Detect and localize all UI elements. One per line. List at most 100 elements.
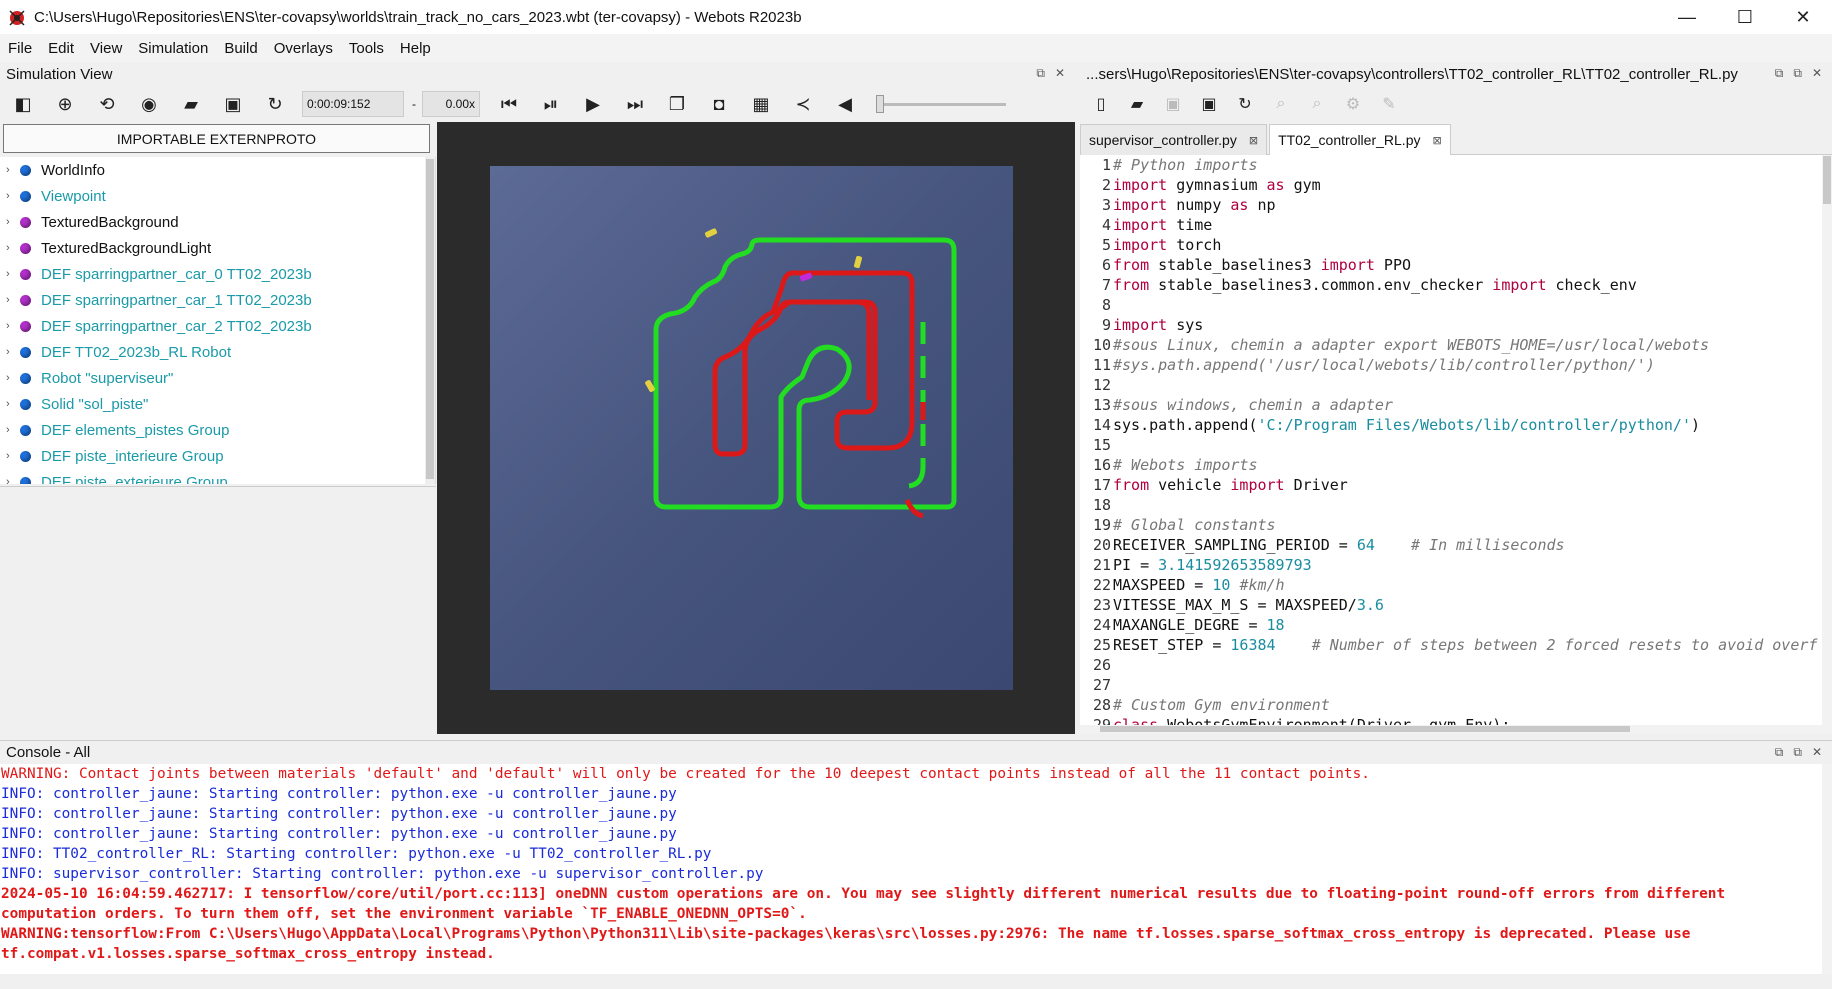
scene-tree-item[interactable]: › DEF piste_interieure Group: [0, 443, 435, 469]
build-settings-icon[interactable]: ⚙: [1338, 90, 1368, 118]
scene-tree-item[interactable]: › Viewpoint: [0, 183, 435, 209]
new-file-icon[interactable]: ▯: [1086, 90, 1116, 118]
menu-build[interactable]: Build: [216, 40, 265, 57]
expand-arrow-icon[interactable]: ›: [6, 294, 20, 306]
clean-icon[interactable]: ✎: [1374, 90, 1404, 118]
webots-logo-icon: [9, 10, 25, 26]
code-token: # Global constants: [1113, 516, 1276, 534]
close-tab-icon[interactable]: ⊠: [1249, 134, 1258, 147]
save-file-icon[interactable]: ▣: [1158, 90, 1188, 118]
save-world-icon[interactable]: ▣: [218, 90, 248, 118]
scene-tree-scrollbar[interactable]: [425, 157, 435, 484]
console-output[interactable]: WARNING: Contact joints between material…: [0, 764, 1832, 974]
expand-arrow-icon[interactable]: ›: [6, 372, 20, 384]
editor-close-icon[interactable]: ✕: [1812, 66, 1822, 81]
expand-arrow-icon[interactable]: ›: [6, 320, 20, 332]
share-icon[interactable]: ≺: [788, 90, 818, 118]
line-number: 13: [1092, 396, 1111, 414]
code-editor[interactable]: 1 # Python imports 2 import gymnasium as gy…: [1080, 155, 1832, 733]
menu-simulation[interactable]: Simulation: [130, 40, 216, 57]
close-tab-icon[interactable]: ⊠: [1432, 134, 1441, 147]
expand-arrow-icon[interactable]: ›: [6, 346, 20, 358]
code-token: VITESSE_MAX_M_S = MAXSPEED/: [1113, 596, 1357, 614]
tab-tt02-controller-rl[interactable]: TT02_controller_RL.py ⊠: [1269, 124, 1451, 155]
code-line: 20 RECEIVER_SAMPLING_PERIOD = 64 # In mil…: [1080, 535, 1832, 555]
console-maximize-icon[interactable]: ⧉: [1793, 745, 1802, 760]
console-close-icon[interactable]: ✕: [1812, 745, 1822, 760]
menu-edit[interactable]: Edit: [40, 40, 82, 57]
menu-file[interactable]: File: [0, 40, 40, 57]
reset-view-icon[interactable]: ⟲: [92, 90, 122, 118]
play-icon[interactable]: ▶: [578, 90, 608, 118]
mute-icon[interactable]: ◀: [830, 90, 860, 118]
expand-arrow-icon[interactable]: ›: [6, 216, 20, 228]
node-type-icon: [20, 164, 31, 176]
menu-view[interactable]: View: [82, 40, 130, 57]
scene-tree-item[interactable]: › DEF piste_exterieure Group: [0, 469, 435, 484]
expand-arrow-icon[interactable]: ›: [6, 190, 20, 202]
close-button[interactable]: ✕: [1774, 0, 1832, 34]
code-line: 27: [1080, 675, 1832, 695]
importable-externproto-button[interactable]: IMPORTABLE EXTERNPROTO: [3, 124, 430, 153]
scene-tree-item[interactable]: › Robot "superviseur": [0, 365, 435, 391]
menu-help[interactable]: Help: [392, 40, 439, 57]
open-world-icon[interactable]: ▰: [176, 90, 206, 118]
expand-arrow-icon[interactable]: ›: [6, 476, 20, 484]
reload-world-icon[interactable]: ↻: [260, 90, 290, 118]
menu-overlays[interactable]: Overlays: [266, 40, 341, 57]
tab-supervisor-controller[interactable]: supervisor_controller.py ⊠: [1080, 124, 1268, 155]
revert-file-icon[interactable]: ↻: [1230, 90, 1260, 118]
view-eye-icon[interactable]: ◉: [134, 90, 164, 118]
scene-tree-item[interactable]: › DEF sparringpartner_car_0 TT02_2023b: [0, 261, 435, 287]
scene-tree-item-label: WorldInfo: [41, 161, 105, 179]
replace-icon[interactable]: ⌕: [1302, 90, 1332, 118]
maximize-button[interactable]: ☐: [1716, 0, 1774, 34]
toggle-scene-tree-icon[interactable]: ◧: [8, 90, 38, 118]
open-file-icon[interactable]: ▰: [1122, 90, 1152, 118]
code-vertical-scrollbar[interactable]: [1822, 155, 1832, 733]
code-line: 6 from stable_baselines3 import PPO: [1080, 255, 1832, 275]
float-panel-icon[interactable]: ⧉: [1036, 66, 1045, 81]
find-icon[interactable]: ⌕: [1266, 90, 1296, 118]
code-token: 16384: [1230, 636, 1276, 654]
screenshot-icon[interactable]: ◘: [704, 90, 734, 118]
fast-forward-icon[interactable]: ⏭: [620, 90, 650, 118]
scene-tree-item[interactable]: › DEF sparringpartner_car_2 TT02_2023b: [0, 313, 435, 339]
scene-tree-item[interactable]: › DEF elements_pistes Group: [0, 417, 435, 443]
step-icon[interactable]: ⏯: [536, 90, 566, 118]
expand-arrow-icon[interactable]: ›: [6, 242, 20, 254]
scene-tree-item[interactable]: › DEF TT02_2023b_RL Robot: [0, 339, 435, 365]
editor-float-icon[interactable]: ⧉: [1775, 66, 1784, 81]
record-movie-icon[interactable]: ▦: [746, 90, 776, 118]
scene-tree-item[interactable]: › TexturedBackgroundLight: [0, 235, 435, 261]
code-line: 7 from stable_baselines3.common.env_check…: [1080, 275, 1832, 295]
add-node-icon[interactable]: ⊕: [50, 90, 80, 118]
minimize-button[interactable]: —: [1658, 0, 1716, 34]
rendering-icon[interactable]: ❐: [662, 90, 692, 118]
console-float-icon[interactable]: ⧉: [1775, 745, 1784, 760]
close-panel-icon[interactable]: ✕: [1055, 66, 1065, 81]
code-token: numpy: [1167, 196, 1231, 214]
expand-arrow-icon[interactable]: ›: [6, 398, 20, 410]
scene-tree-item[interactable]: › DEF sparringpartner_car_1 TT02_2023b: [0, 287, 435, 313]
code-line: 21 PI = 3.141592653589793: [1080, 555, 1832, 575]
code-token: 'C:/Program Files/Webots/lib/controller/…: [1257, 416, 1691, 434]
expand-arrow-icon[interactable]: ›: [6, 450, 20, 462]
save-all-icon[interactable]: ▣: [1194, 90, 1224, 118]
code-line: 26: [1080, 655, 1832, 675]
scene-tree-item[interactable]: › WorldInfo: [0, 157, 435, 183]
expand-arrow-icon[interactable]: ›: [6, 424, 20, 436]
console-line: WARNING: Contact joints between material…: [1, 766, 1370, 782]
menu-tools[interactable]: Tools: [341, 40, 392, 57]
scene-tree-item[interactable]: › TexturedBackground: [0, 209, 435, 235]
3d-viewport[interactable]: [437, 122, 1075, 734]
editor-maximize-icon[interactable]: ⧉: [1793, 66, 1802, 81]
console-scrollbar[interactable]: [1822, 764, 1832, 974]
line-number: 8: [1101, 296, 1111, 314]
expand-arrow-icon[interactable]: ›: [6, 164, 20, 176]
code-horizontal-scrollbar[interactable]: [1080, 725, 1822, 733]
reset-simulation-icon[interactable]: ⏮: [494, 90, 524, 118]
scene-tree-item[interactable]: › Solid "sol_piste": [0, 391, 435, 417]
expand-arrow-icon[interactable]: ›: [6, 268, 20, 280]
volume-slider[interactable]: [876, 94, 1006, 113]
